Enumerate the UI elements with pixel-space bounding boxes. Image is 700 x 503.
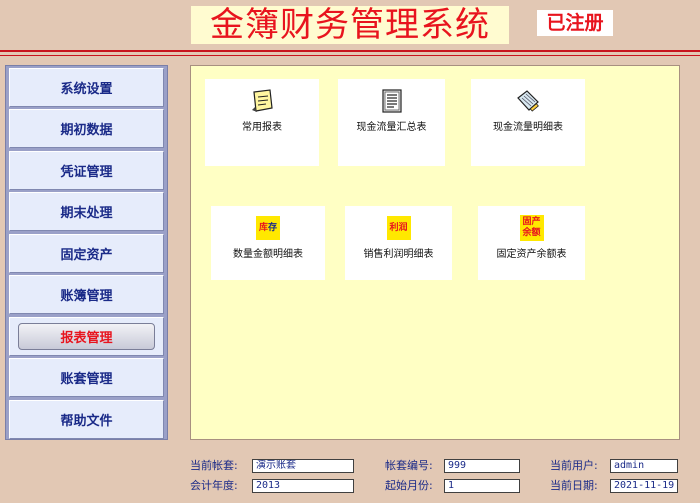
sidebar-item-label: 系统设置 [60,82,113,97]
tile-label: 销售利润明细表 [363,249,434,260]
report-panel: 常用报表 现金流量汇总表 现金流量明细表 库 存 数量金额明细表 利润 销售利润… [190,65,680,440]
document-list-icon [379,88,405,114]
tile-label: 现金流量明细表 [493,122,563,133]
notepad-icon [249,88,275,114]
header-divider [0,50,700,52]
current-user-field: admin [610,459,678,473]
inventory-tag-icon: 库存 [255,215,281,241]
sidebar-item-label: 报表管理 [60,331,113,346]
sidebar-item-period-end[interactable]: 期末处理 [9,192,164,231]
tile-label: 常用报表 [242,122,282,133]
sidebar-item-fixed-assets[interactable]: 固定资产 [9,234,164,273]
sidebar-item-label: 帮助文件 [60,414,113,429]
fiscal-year-label: 会计年度: [190,479,238,492]
sidebar-item-account-set-management[interactable]: 账套管理 [9,358,164,397]
fiscal-year-field: 2013 [252,479,354,493]
sidebar-item-help-files[interactable]: 帮助文件 [9,400,164,439]
tile-sales-profit-detail[interactable]: 利润 销售利润明细表 [345,206,452,280]
active-button-face[interactable]: 报表管理 [18,323,155,350]
current-account-label: 当前帐套: [190,459,238,472]
sidebar-item-label: 账套管理 [60,372,113,387]
sidebar: 系统设置 期初数据 凭证管理 期末处理 固定资产 账簿管理 报表管理 账套管理 … [5,65,168,440]
tag-text: 利润 [386,216,411,240]
sidebar-item-label: 固定资产 [60,248,113,263]
tag-text: 库 [258,222,268,233]
tag-text: 固产 [522,217,541,227]
current-account-field: 演示账套 [252,459,354,473]
tag-text: 存 [268,222,278,233]
registered-badge: 已注册 [537,10,613,36]
sidebar-item-label: 账簿管理 [60,289,113,304]
sidebar-item-report-management[interactable]: 报表管理 [9,317,164,356]
current-user-label: 当前用户: [550,459,598,472]
asset-balance-tag-icon: 固产 余额 [519,215,545,241]
tile-cash-flow-summary[interactable]: 现金流量汇总表 [338,79,445,166]
current-date-field: 2021-11-19 [610,479,678,493]
sidebar-item-system-settings[interactable]: 系统设置 [9,68,164,107]
start-month-label: 起始月份: [385,479,433,492]
start-month-field: 1 [444,479,520,493]
current-date-label: 当前日期: [550,479,598,492]
tile-common-reports[interactable]: 常用报表 [205,79,319,166]
tile-label: 数量金额明细表 [233,249,303,260]
tile-label: 现金流量汇总表 [356,122,427,133]
account-no-label: 帐套编号: [385,459,433,472]
sidebar-item-label: 期初数据 [60,123,113,138]
tile-fixed-asset-balance[interactable]: 固产 余额 固定资产余额表 [478,206,585,280]
pencil-pad-icon [515,88,541,114]
sidebar-item-label: 期末处理 [60,206,113,221]
header-divider-thin [0,55,700,56]
tile-quantity-amount-detail[interactable]: 库存 数量金额明细表 [211,206,325,280]
app-title: 金簿财务管理系统 [191,6,509,44]
tile-cash-flow-detail[interactable]: 现金流量明细表 [471,79,585,166]
sidebar-item-label: 凭证管理 [60,165,113,180]
sidebar-item-ledger-management[interactable]: 账簿管理 [9,275,164,314]
sidebar-item-voucher-management[interactable]: 凭证管理 [9,151,164,190]
profit-tag-icon: 利润 [386,215,412,241]
sidebar-item-opening-data[interactable]: 期初数据 [9,109,164,148]
tag-text: 余额 [522,228,541,238]
tile-label: 固定资产余额表 [496,249,567,260]
account-no-field: 999 [444,459,520,473]
